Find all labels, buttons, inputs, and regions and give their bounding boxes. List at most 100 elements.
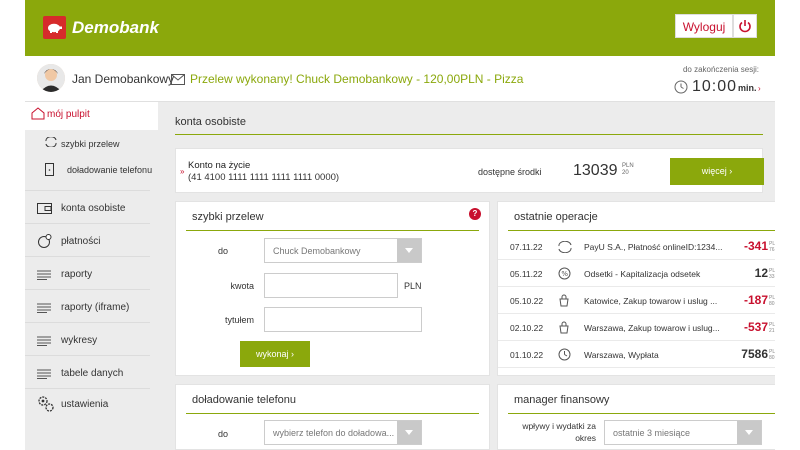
finance-manager-panel: manager finansowy wpływy i wydatki za ok…	[497, 384, 775, 450]
operation-description: Katowice, Zakup towarow i uslug ...	[584, 296, 718, 306]
sidebar-item-label: raporty	[61, 269, 93, 280]
percent-icon: %	[558, 267, 571, 285]
sidebar-item-label: mój pulpit	[47, 109, 90, 120]
title-divider	[175, 134, 763, 135]
session-timer: 10:00	[692, 78, 738, 95]
available-funds-label: dostępne środki	[478, 167, 542, 177]
operation-description: Odsetki - Kapitalizacja odsetek	[584, 269, 701, 279]
session-label: do zakończenia sesji:	[682, 65, 759, 74]
table-row[interactable]: 05.10.22 Katowice, Zakup towarow i uslug…	[498, 287, 775, 314]
account-summary: » Konto na życie (41 4100 1111 1111 1111…	[175, 148, 764, 193]
amount-label: kwota	[230, 281, 254, 291]
operation-amount-decimal: PLN76	[769, 241, 775, 253]
phone-select[interactable]: wybierz telefon do doładowa...	[264, 420, 422, 445]
sidebar-item-label: wykresy	[61, 335, 98, 346]
balance-amount: 13039	[573, 162, 618, 179]
sidebar-item-dashboard[interactable]: mój pulpit	[25, 102, 158, 130]
sidebar-item-settings[interactable]: ustawienia	[25, 388, 150, 420]
sidebar-item-personal-accounts[interactable]: konta osobiste	[25, 190, 150, 222]
sidebar-subitem-quick-transfer[interactable]: szybki przelew	[45, 136, 120, 149]
operation-amount: -341	[743, 239, 768, 253]
list-icon	[37, 267, 51, 285]
panel-divider	[508, 230, 775, 231]
clock-icon	[558, 348, 571, 366]
recipient-value: Chuck Demobankowy	[273, 246, 361, 256]
chevron-down-icon	[397, 421, 421, 444]
balance-currency: PLN	[622, 163, 634, 169]
transfer-title-label: tytułem	[224, 315, 254, 325]
operation-amount-decimal: PLN21	[769, 322, 775, 334]
chevron-down-icon	[397, 239, 421, 262]
sidebar-item-label: ustawienia	[61, 399, 109, 410]
sidebar-subitem-label: doładowanie telefonu	[67, 165, 153, 175]
panel-title: szybki przelew	[192, 211, 264, 223]
operation-amount: -537	[743, 320, 768, 334]
sidebar-item-reports-iframe[interactable]: raporty (iframe)	[25, 289, 150, 321]
sidebar-subitem-label: szybki przelew	[61, 139, 120, 149]
envelope-icon	[171, 72, 185, 90]
sidebar-item-label: tabele danych	[61, 368, 124, 379]
operation-date: 05.11.22	[510, 269, 543, 279]
session-unit: min.	[738, 83, 757, 93]
sidebar-item-charts[interactable]: wykresy	[25, 322, 150, 354]
shopping-bag-icon	[558, 294, 570, 312]
session-extend-icon[interactable]: ›	[758, 84, 761, 93]
power-icon[interactable]	[733, 14, 757, 38]
operation-cents: 76	[769, 247, 775, 253]
operation-amount: 12	[754, 266, 768, 280]
amount-input[interactable]	[264, 273, 398, 298]
page-title: konta osobiste	[175, 116, 246, 128]
operation-amount-decimal: PLN80	[769, 295, 775, 307]
transfer-title-input[interactable]	[264, 307, 422, 332]
logo-text: Demobank	[72, 17, 159, 37]
operation-date: 07.11.22	[510, 242, 543, 252]
operation-amount: -187	[743, 293, 768, 307]
execute-label: wykonaj	[255, 349, 289, 359]
more-button[interactable]: więcej ›	[670, 158, 764, 185]
table-row[interactable]: 02.10.22 Warszawa, Zakup towarow i uslug…	[498, 314, 775, 341]
app-window: Demobank Wyloguj Jan Demobankowy Przelew…	[25, 0, 775, 450]
table-row[interactable]: 05.11.22 % Odsetki - Kapitalizacja odset…	[498, 260, 775, 287]
table-row[interactable]: 01.10.22 Warszawa, Wypłata 7586 PLN80	[498, 341, 775, 368]
recipient-label: do	[217, 246, 228, 256]
panel-divider	[508, 413, 775, 414]
logout-button[interactable]: Wyloguj	[675, 14, 733, 38]
avatar	[37, 64, 65, 92]
svg-text:%: %	[561, 270, 568, 278]
operation-amount: 7586	[741, 347, 768, 361]
operation-amount-decimal: PLN80	[769, 349, 775, 361]
sidebar-item-data-tables[interactable]: tabele danych	[25, 355, 150, 387]
top-bar: Demobank Wyloguj	[25, 0, 775, 56]
quick-transfer-panel: szybki przelew ? do Chuck Demobankowy kw…	[175, 201, 490, 376]
table-row[interactable]: 07.11.22 PayU S.A., Płatność onlineID:12…	[498, 233, 775, 260]
expand-chevron-icon[interactable]: »	[180, 167, 184, 176]
operation-date: 05.10.22	[510, 296, 544, 306]
list-icon	[37, 333, 51, 351]
operation-date: 02.10.22	[510, 323, 544, 333]
piggy-bank-icon	[43, 16, 66, 39]
payments-icon	[37, 234, 52, 253]
operation-description: Warszawa, Wypłata	[584, 350, 659, 360]
gears-icon	[37, 395, 55, 418]
sidebar-item-payments[interactable]: płatności	[25, 223, 150, 255]
recipient-select[interactable]: Chuck Demobankowy	[264, 238, 422, 263]
operation-cents: 80	[769, 355, 775, 361]
panel-title: manager finansowy	[514, 394, 610, 406]
sidebar-subitem-phone-topup[interactable]: doładowanie telefonu	[45, 163, 153, 176]
account-number: (41 4100 1111 1111 1111 1111 0000)	[188, 172, 340, 183]
operation-cents: 33	[769, 274, 775, 280]
panel-divider	[186, 413, 479, 414]
clock-icon	[674, 80, 688, 99]
help-icon[interactable]: ?	[469, 208, 481, 220]
more-label: więcej	[701, 166, 727, 176]
logo[interactable]: Demobank	[43, 16, 159, 39]
phone-select-placeholder: wybierz telefon do doładowa...	[273, 428, 395, 438]
user-bar: Jan Demobankowy Przelew wykonany! Chuck …	[25, 56, 775, 102]
sidebar-item-reports[interactable]: raporty	[25, 256, 150, 288]
operation-description: Warszawa, Zakup towarow i uslug...	[584, 323, 720, 333]
sidebar-item-label: raporty (iframe)	[61, 302, 130, 313]
panel-title: ostatnie operacje	[514, 211, 598, 223]
period-select[interactable]: ostatnie 3 miesiące	[604, 420, 762, 445]
execute-button[interactable]: wykonaj ›	[240, 341, 310, 367]
sidebar-item-label: płatności	[61, 236, 101, 247]
